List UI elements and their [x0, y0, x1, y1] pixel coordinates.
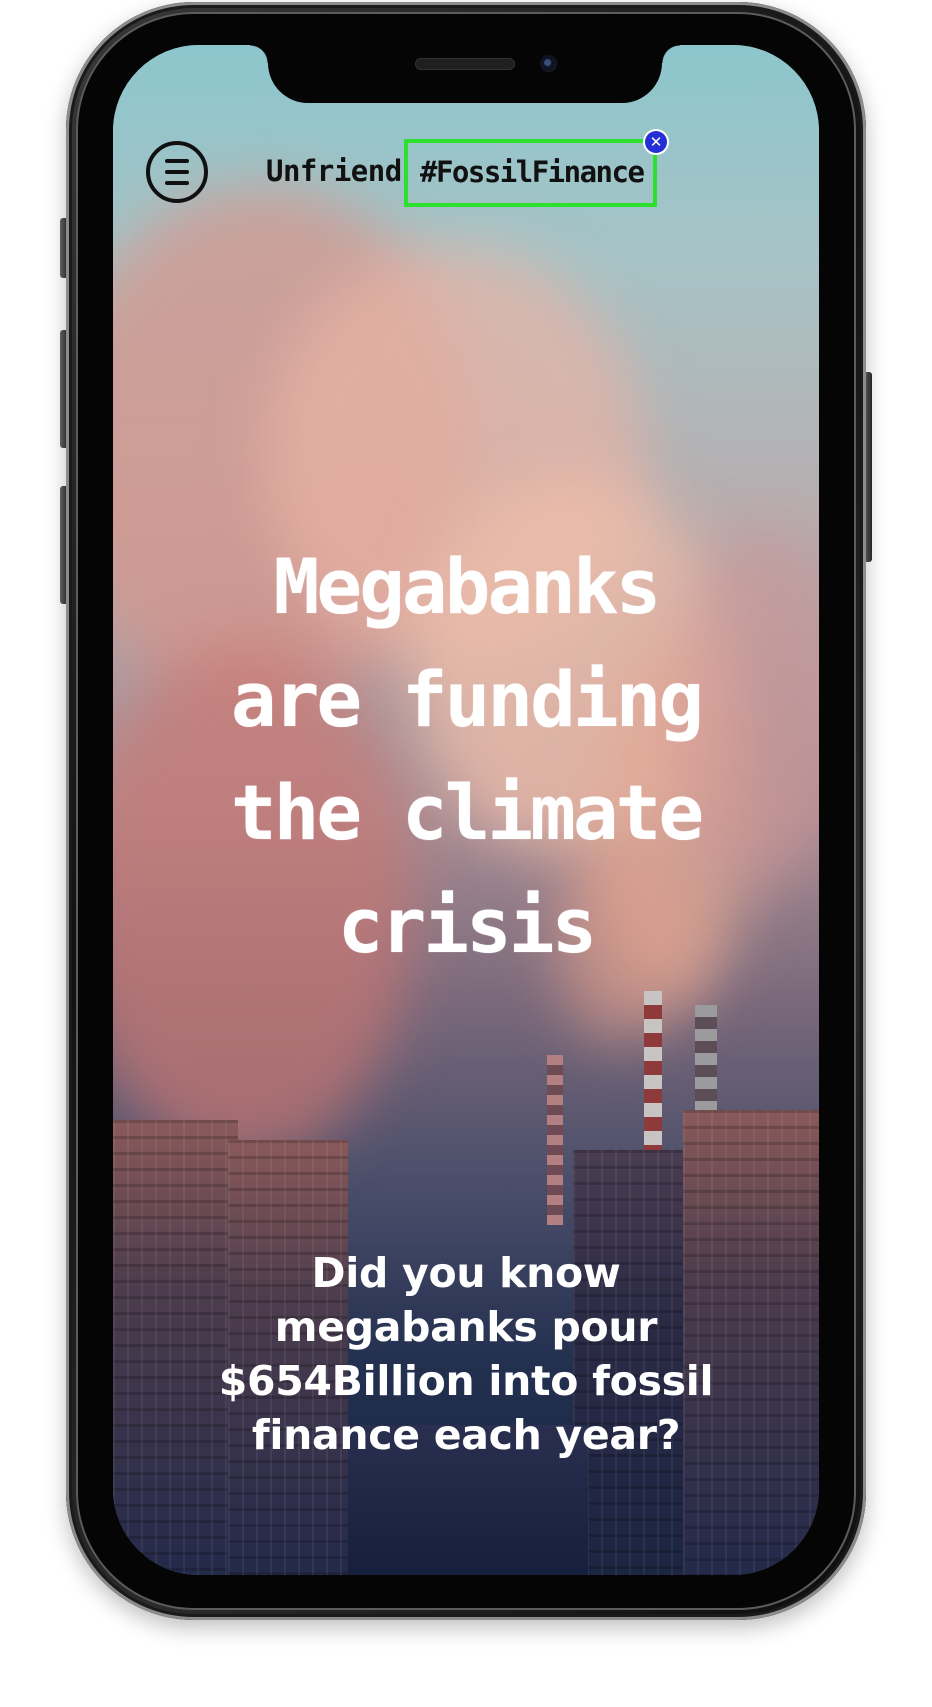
- headline-line: are funding: [230, 655, 704, 744]
- fact-line: Did you know: [311, 1249, 621, 1297]
- fact-question: Did you know megabanks pour $654Billion …: [113, 1246, 819, 1462]
- brand-wordmark[interactable]: Unfriend: [266, 154, 402, 188]
- hamburger-menu-icon: [165, 170, 189, 174]
- fact-line: $654Billion into fossil: [218, 1357, 714, 1405]
- menu-button[interactable]: [146, 141, 208, 203]
- headline-line: the climate: [230, 768, 704, 857]
- phone-notch: [250, 45, 680, 103]
- hamburger-menu-icon: [165, 159, 189, 163]
- camera-icon: [540, 55, 557, 72]
- headline-line: Megabanks: [273, 542, 662, 631]
- headline-line: crisis: [337, 881, 598, 970]
- close-x-icon[interactable]: ✕: [645, 131, 667, 153]
- hero-headline: Megabanks are funding the climate crisis: [113, 530, 819, 982]
- hamburger-menu-icon: [165, 181, 189, 185]
- fact-line: megabanks pour: [274, 1303, 658, 1351]
- hashtag-label: #FossilFinance: [420, 155, 645, 189]
- hashtag-highlight[interactable]: #FossilFinance: [404, 139, 657, 207]
- fact-line: finance each year?: [251, 1411, 681, 1459]
- speaker-grille: [415, 58, 515, 70]
- smokestack: [547, 1055, 563, 1225]
